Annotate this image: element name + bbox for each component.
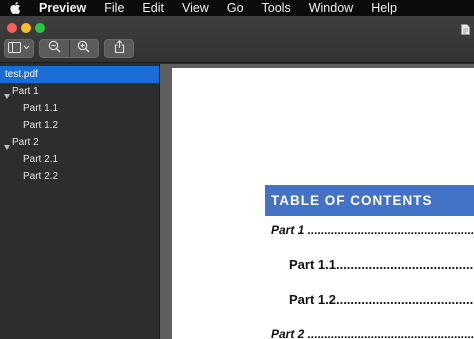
menu-help[interactable]: Help bbox=[371, 0, 397, 16]
sidebar-file-item[interactable]: test.pdf bbox=[0, 66, 159, 83]
pdf-page[interactable]: TABLE OF CONTENTS Part 1 ...............… bbox=[172, 68, 474, 339]
menu-edit[interactable]: Edit bbox=[142, 0, 164, 16]
window-toolbar bbox=[0, 16, 474, 63]
close-window-button[interactable] bbox=[7, 23, 17, 33]
menu-tools[interactable]: Tools bbox=[262, 0, 291, 16]
sidebar-item-part-2[interactable]: Part 2 bbox=[0, 134, 159, 151]
document-view[interactable]: TABLE OF CONTENTS Part 1 ...............… bbox=[160, 64, 474, 339]
menu-view[interactable]: View bbox=[182, 0, 209, 16]
document-proxy-icon[interactable] bbox=[461, 22, 470, 35]
toc-heading: TABLE OF CONTENTS bbox=[265, 185, 474, 216]
minimize-window-button[interactable] bbox=[21, 23, 31, 33]
toc-entry-part-1-2[interactable]: Part 1.2................................… bbox=[289, 292, 474, 307]
share-icon bbox=[114, 39, 125, 58]
zoom-out-button[interactable] bbox=[40, 40, 69, 57]
toc-entry-part-1[interactable]: Part 1 .................................… bbox=[271, 223, 474, 237]
zoom-out-icon bbox=[48, 40, 61, 58]
zoom-button-group bbox=[39, 39, 99, 58]
sidebar-item-part-1-2[interactable]: Part 1.2 bbox=[0, 117, 159, 134]
sidebar-item-label: Part 2.1 bbox=[23, 154, 59, 165]
menu-app-preview[interactable]: Preview bbox=[39, 0, 86, 16]
sidebar-toggle-button[interactable] bbox=[4, 39, 34, 58]
toc-entry-part-1-1[interactable]: Part 1.1................................… bbox=[289, 257, 474, 272]
sidebar-item-label: Part 1.1 bbox=[23, 103, 59, 114]
zoom-window-button[interactable] bbox=[35, 23, 45, 33]
sidebar-item-part-2-1[interactable]: Part 2.1 bbox=[0, 151, 159, 168]
sidebar-item-part-1-1[interactable]: Part 1.1 bbox=[0, 100, 159, 117]
apple-logo-icon[interactable] bbox=[9, 1, 23, 15]
disclosure-triangle-icon[interactable] bbox=[4, 140, 10, 150]
menu-window[interactable]: Window bbox=[309, 0, 353, 16]
sidebar-icon bbox=[8, 40, 30, 58]
menu-file[interactable]: File bbox=[104, 0, 124, 16]
sidebar-item-part-1[interactable]: Part 1 bbox=[0, 83, 159, 100]
sidebar-item-label: Part 2 bbox=[12, 137, 39, 148]
toc-entry-part-2[interactable]: Part 2 .................................… bbox=[271, 327, 474, 339]
zoom-in-button[interactable] bbox=[69, 40, 98, 57]
sidebar-item-label: Part 1 bbox=[12, 86, 39, 97]
sidebar-file-label: test.pdf bbox=[5, 69, 38, 80]
sidebar-item-label: Part 1.2 bbox=[23, 120, 59, 131]
sidebar-item-part-2-2[interactable]: Part 2.2 bbox=[0, 168, 159, 185]
sidebar-item-label: Part 2.2 bbox=[23, 171, 59, 182]
menu-bar: Preview File Edit View Go Tools Window H… bbox=[0, 0, 474, 16]
zoom-in-icon bbox=[77, 40, 90, 58]
disclosure-triangle-icon[interactable] bbox=[4, 89, 10, 99]
share-button[interactable] bbox=[104, 39, 134, 58]
menu-go[interactable]: Go bbox=[227, 0, 244, 16]
outline-sidebar: test.pdf Part 1 Part 1.1 Part 1.2 Part 2… bbox=[0, 64, 160, 339]
